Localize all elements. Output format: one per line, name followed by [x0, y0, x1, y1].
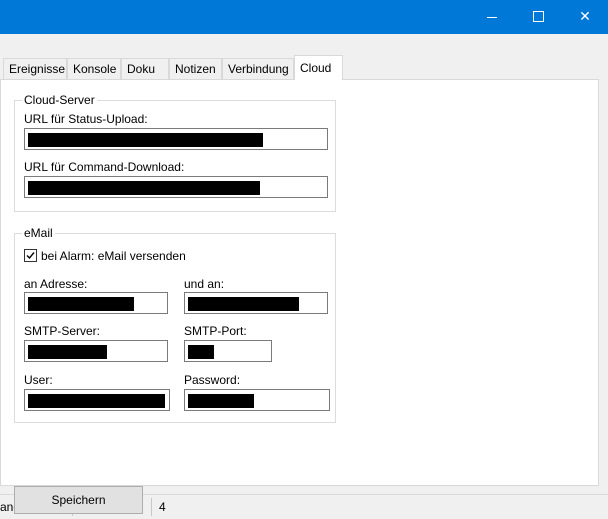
close-button[interactable]: ✕ [562, 0, 608, 34]
command-download-url-input[interactable] [24, 176, 328, 198]
redacted-value [28, 181, 260, 195]
tab-label: Ereignisse [9, 62, 66, 76]
redacted-value [28, 133, 263, 147]
status-upload-label: URL für Status-Upload: [24, 112, 148, 126]
tab-label: Verbindung [228, 62, 289, 76]
tab-label: Cloud [300, 61, 332, 75]
smtp-port-label: SMTP-Port: [184, 324, 247, 338]
smtp-server-input[interactable] [24, 340, 168, 362]
group-title: eMail [22, 226, 55, 240]
alarm-email-checkbox[interactable] [24, 249, 37, 262]
email-group: eMail bei Alarm: eMail versenden an Adre… [14, 226, 336, 423]
maximize-button[interactable] [515, 0, 561, 34]
tab-notizen[interactable]: Notizen [169, 58, 222, 79]
client-area: Ereignisse Konsole Doku Notizen Verbindu… [0, 34, 608, 514]
tab-label: Doku [127, 62, 156, 76]
tab-label: Konsole [73, 62, 117, 76]
tab-doku[interactable]: Doku [121, 58, 169, 79]
password-label: Password: [184, 373, 241, 387]
status-cell-count: 4 [159, 500, 166, 514]
checkmark-icon [26, 252, 35, 260]
password-input[interactable] [184, 389, 330, 411]
minimize-button[interactable] [469, 0, 515, 34]
smtp-port-input[interactable] [184, 340, 272, 362]
redacted-value [28, 297, 134, 311]
redacted-value [28, 394, 165, 408]
title-bar: ✕ [0, 0, 608, 34]
address-label: an Adresse: [24, 277, 88, 291]
user-label: User: [24, 373, 53, 387]
also-to-input[interactable] [184, 292, 328, 314]
also-to-label: und an: [184, 277, 225, 291]
command-download-label: URL für Command-Download: [24, 160, 185, 174]
redacted-value [188, 345, 214, 359]
cloud-tab-panel: Cloud-Server URL für Status-Upload: URL … [0, 79, 599, 514]
tab-cloud[interactable]: Cloud [294, 55, 343, 80]
user-input[interactable] [24, 389, 170, 411]
status-separator [151, 498, 152, 516]
alarm-email-checkbox-label: bei Alarm: eMail versenden [41, 249, 186, 263]
redacted-value [28, 345, 107, 359]
group-title: Cloud-Server [22, 93, 97, 107]
maximize-icon [532, 10, 544, 22]
close-icon: ✕ [579, 9, 591, 25]
tab-konsole[interactable]: Konsole [67, 58, 121, 79]
cloud-server-group: Cloud-Server URL für Status-Upload: URL … [14, 93, 336, 212]
redacted-value [188, 394, 254, 408]
smtp-server-label: SMTP-Server: [24, 324, 101, 338]
address-input[interactable] [24, 292, 168, 314]
tab-label: Notizen [175, 62, 216, 76]
tab-ereignisse[interactable]: Ereignisse [3, 58, 67, 79]
status-upload-url-input[interactable] [24, 128, 328, 150]
save-button[interactable]: Speichern [14, 486, 143, 514]
redacted-value [188, 297, 299, 311]
tab-verbindung[interactable]: Verbindung [222, 58, 294, 79]
minimize-icon [487, 16, 497, 18]
